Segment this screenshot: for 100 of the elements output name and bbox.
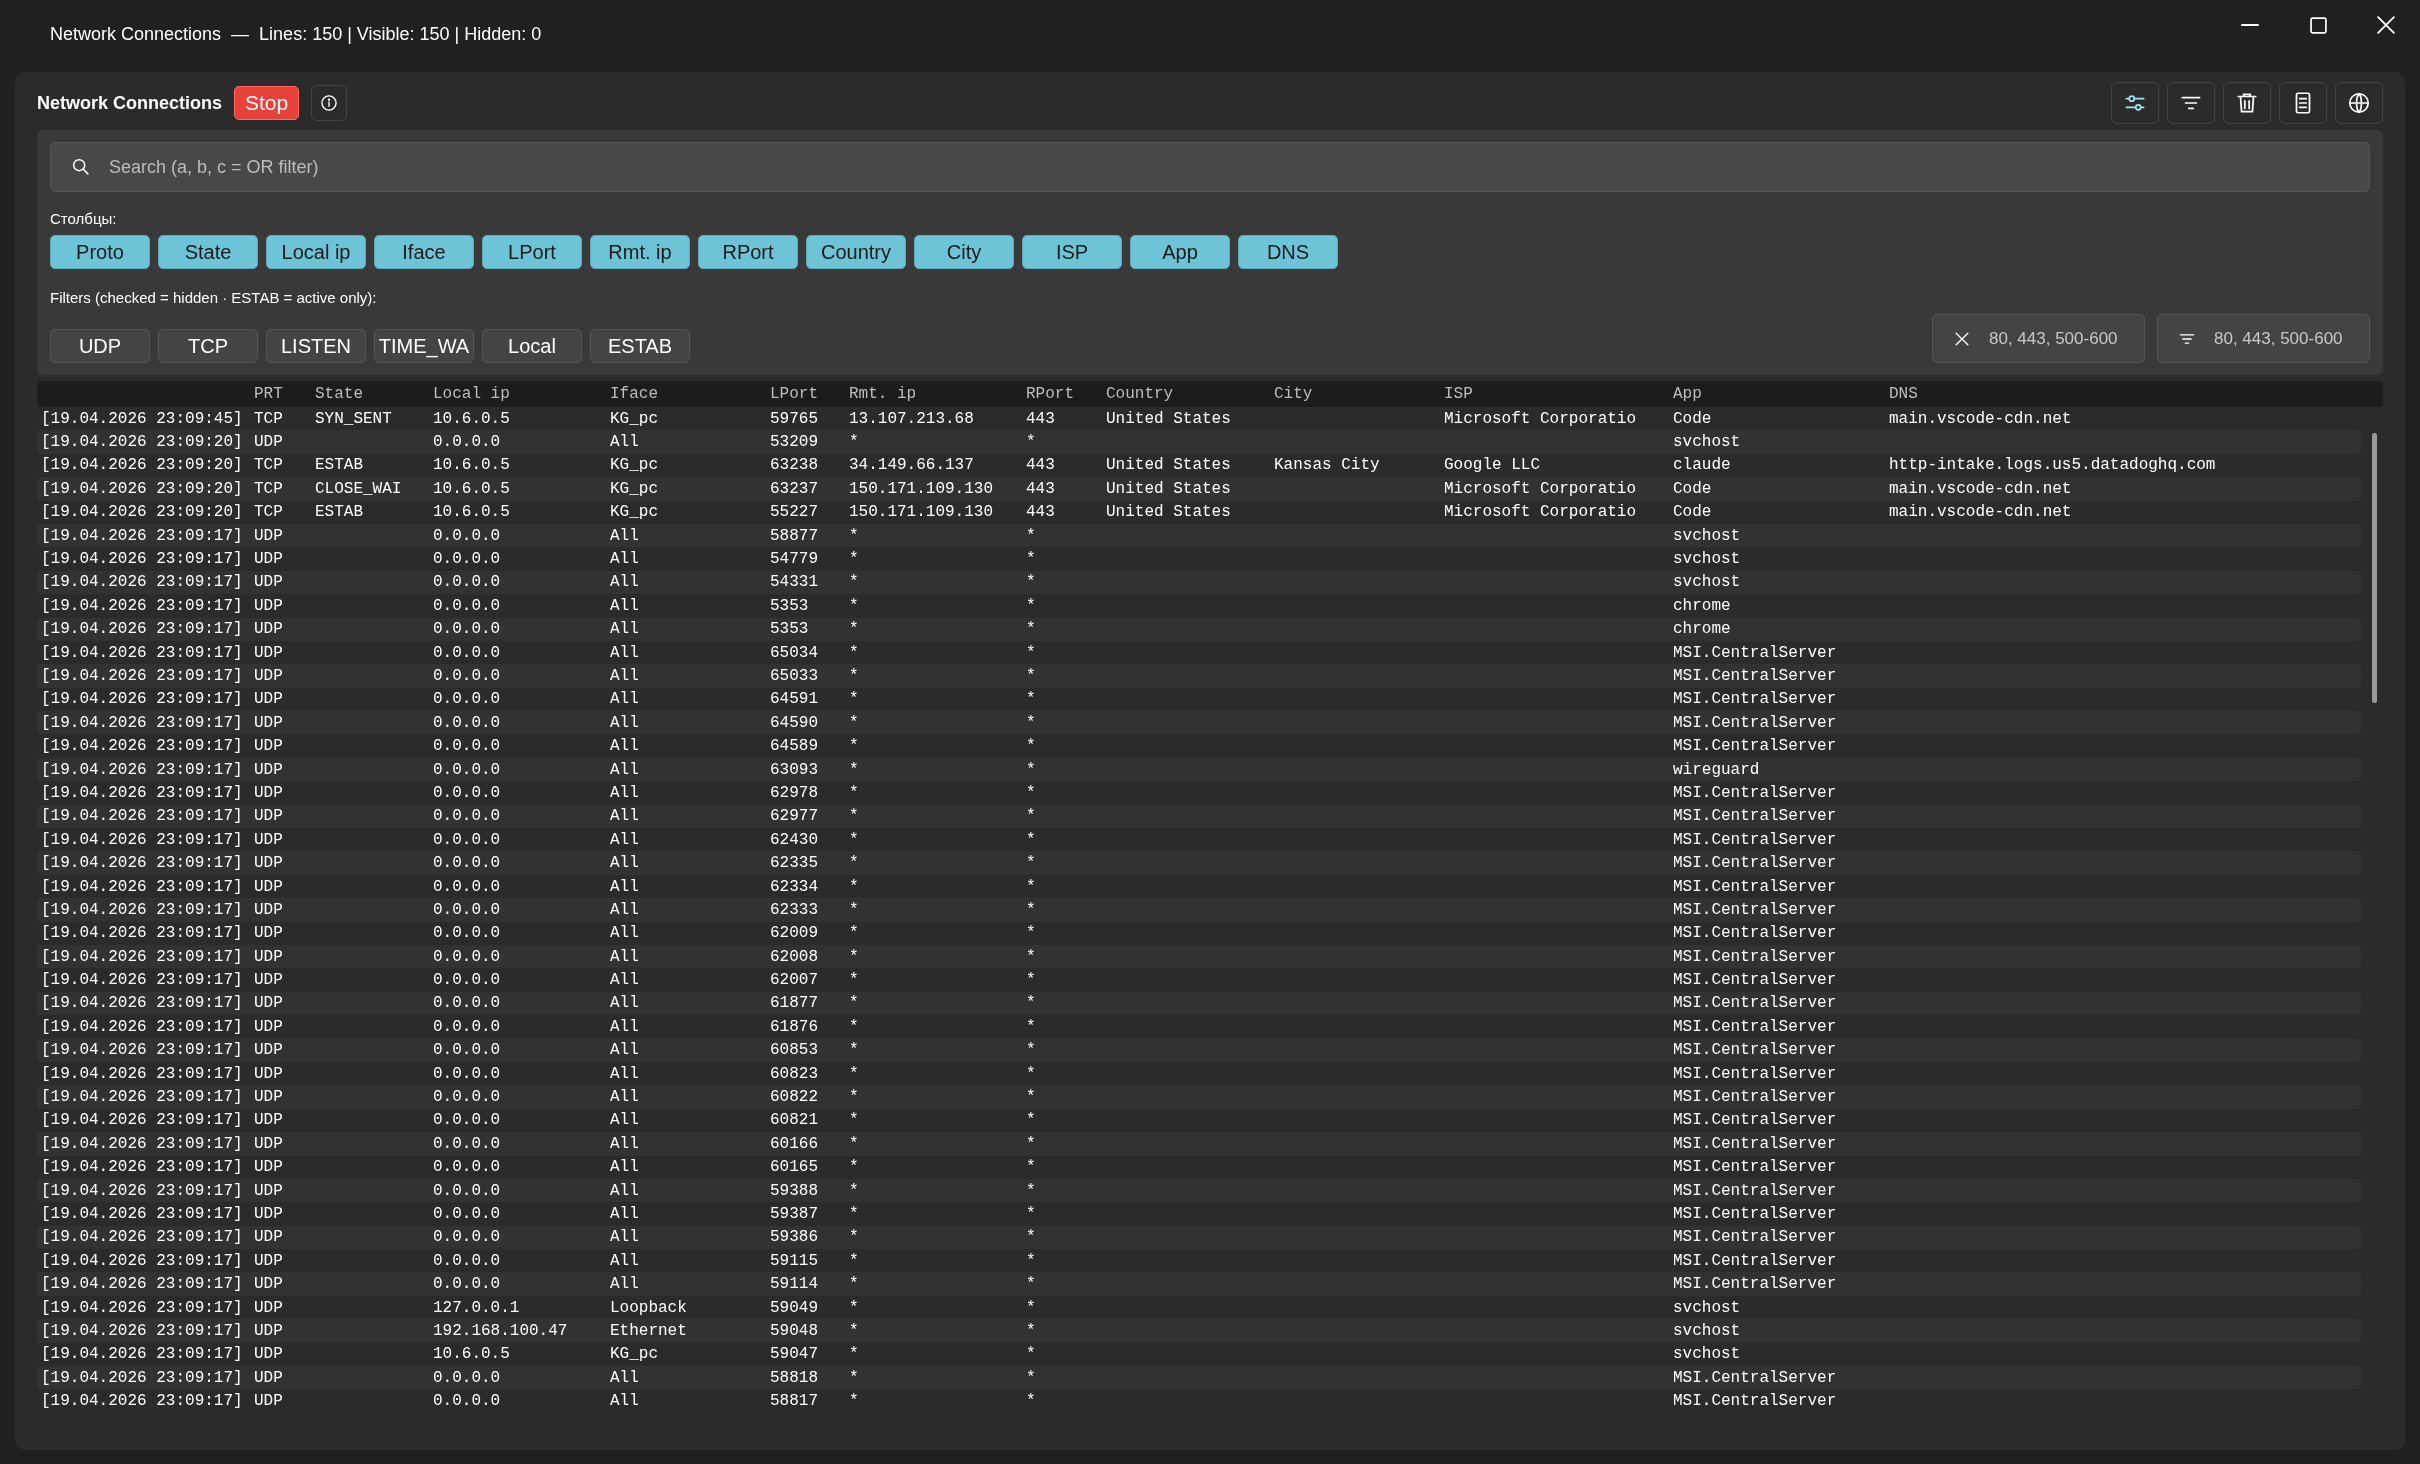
- table-cell-text: MSI.CentralServer: [1673, 1134, 1838, 1153]
- delete-button[interactable]: [2223, 82, 2271, 124]
- filter-toggle[interactable]: LISTEN: [266, 329, 366, 363]
- table-cell-text: chrome: [1673, 620, 1732, 639]
- column-toggle[interactable]: Local ip: [266, 235, 366, 269]
- globe-button[interactable]: [2335, 82, 2383, 124]
- column-toggle[interactable]: DNS: [1238, 235, 1338, 269]
- table-cell-text: 59115: [770, 1251, 819, 1270]
- filter-toggle[interactable]: TCP: [158, 329, 258, 363]
- log-button[interactable]: [2279, 82, 2327, 124]
- table-cell-text: UDP: [254, 1321, 284, 1340]
- table-cell-text: 0.0.0.0: [433, 1134, 502, 1153]
- column-toggle[interactable]: City: [914, 235, 1014, 269]
- search-field[interactable]: Search (a, b, c = OR filter): [50, 142, 2370, 192]
- table-cell-text: [19.04.2026 23:09:17]: [41, 994, 244, 1013]
- filter-toggle[interactable]: UDP: [50, 329, 150, 363]
- table-cell-text: UDP: [254, 713, 284, 732]
- table-cell-text: 150.171.109.130: [849, 503, 995, 522]
- table-cell-text: MSI.CentralServer: [1673, 1204, 1838, 1223]
- table-cell-text: UDP: [254, 1228, 284, 1247]
- table-cell-text: [19.04.2026 23:09:17]: [41, 1088, 244, 1106]
- column-toggle[interactable]: Proto: [50, 235, 150, 269]
- table-cell-text: svchost: [1673, 1345, 1742, 1364]
- column-toggle[interactable]: RPort: [698, 235, 798, 269]
- table-cell-text: [19.04.2026 23:09:17]: [41, 807, 244, 826]
- table-cell-text: 63237: [770, 479, 819, 498]
- column-header[interactable]: LPort: [770, 385, 849, 403]
- filter-button[interactable]: [2167, 82, 2215, 124]
- table-cell-text: UDP: [254, 947, 284, 966]
- column-toggle[interactable]: App: [1130, 235, 1230, 269]
- column-header[interactable]: Rmt. ip: [849, 385, 1026, 403]
- table-cell-text: *: [1026, 854, 1037, 873]
- table-cell-text: [19.04.2026 23:09:17]: [41, 783, 244, 802]
- table-cell-text: 60166: [770, 1134, 819, 1153]
- table-cell-text: *: [849, 1064, 860, 1083]
- table-cell-text: MSI.CentralServer: [1673, 1368, 1838, 1387]
- settings-button[interactable]: [2111, 82, 2159, 124]
- scrollbar-thumb[interactable]: [2372, 433, 2377, 703]
- info-button[interactable]: [311, 85, 348, 121]
- table-cell-text: Loopback: [610, 1298, 688, 1317]
- column-header[interactable]: State: [315, 385, 433, 403]
- column-toggle[interactable]: State: [158, 235, 258, 269]
- table-cell-text: [19.04.2026 23:09:20]: [41, 479, 244, 498]
- table-cell-text: 58818: [770, 1368, 819, 1387]
- table-cell-text: UDP: [254, 807, 284, 826]
- table-cell-text: 60853: [770, 1041, 819, 1060]
- column-header[interactable]: RPort: [1026, 385, 1106, 403]
- table-cell-text: [19.04.2026 23:09:17]: [41, 1017, 244, 1036]
- columns-label: Столбцы:: [50, 210, 118, 227]
- stop-button[interactable]: Stop: [234, 86, 300, 120]
- filter-toggle[interactable]: TIME_WA: [374, 329, 474, 363]
- table-cell-text: 65034: [770, 643, 819, 662]
- column-toggle[interactable]: ISP: [1022, 235, 1122, 269]
- table-cell-text: UDP: [254, 783, 284, 802]
- filter-toggle[interactable]: ESTAB: [590, 329, 690, 363]
- column-toggle[interactable]: Iface: [374, 235, 474, 269]
- column-header[interactable]: ISP: [1444, 385, 1673, 403]
- table-cell-text: All: [610, 877, 640, 896]
- table-cell-text: *: [1026, 1275, 1037, 1294]
- column-toggle[interactable]: Country: [806, 235, 906, 269]
- table-cell-text: *: [849, 830, 860, 849]
- table-cell-text: *: [849, 1298, 860, 1317]
- table-cell-text: Kansas City: [1274, 456, 1381, 475]
- table-cell-text: Code: [1673, 503, 1713, 522]
- table-cell-text: 5353: [770, 620, 810, 639]
- column-header[interactable]: PRT: [254, 385, 315, 403]
- table-cell-text: 0.0.0.0: [433, 854, 502, 873]
- exclude-ports-field[interactable]: 80, 443, 500-600: [1932, 314, 2145, 363]
- column-header[interactable]: Country: [1106, 385, 1274, 403]
- column-header[interactable]: City: [1274, 385, 1444, 403]
- table-cell-text: 59765: [770, 409, 819, 428]
- table-cell-text: MSI.CentralServer: [1673, 807, 1838, 826]
- table-cell-text: [19.04.2026 23:09:17]: [41, 1251, 244, 1270]
- table-cell-text: All: [610, 760, 640, 779]
- table-cell-text: *: [1026, 1251, 1037, 1270]
- column-header[interactable]: Local ip: [433, 385, 610, 403]
- table-cell-text: MSI.CentralServer: [1673, 1181, 1838, 1200]
- table-cell-text: KG_pc: [610, 503, 659, 522]
- table-cell-text: All: [610, 1111, 640, 1130]
- table-cell-text: 0.0.0.0: [433, 573, 502, 592]
- include-ports-field[interactable]: 80, 443, 500-600: [2157, 314, 2370, 363]
- column-toggle[interactable]: LPort: [482, 235, 582, 269]
- column-toggle[interactable]: Rmt. ip: [590, 235, 690, 269]
- column-header[interactable]: Iface: [610, 385, 770, 403]
- filter-toggle[interactable]: Local: [482, 329, 582, 363]
- table-cell-text: *: [849, 854, 860, 873]
- table-cell-text: MSI.CentralServer: [1673, 1392, 1838, 1411]
- table-cell-text: UDP: [254, 1134, 284, 1153]
- maximize-icon: [2309, 16, 2327, 34]
- table-cell-text: All: [610, 1158, 640, 1177]
- column-header[interactable]: DNS: [1889, 385, 2309, 403]
- table-cell-text: *: [1026, 877, 1037, 896]
- table-cell-text: 5353: [770, 596, 810, 615]
- column-header[interactable]: App: [1673, 385, 1889, 403]
- table-cell-text: 13.107.213.68: [849, 409, 975, 428]
- table-cell-text: 0.0.0.0: [433, 433, 502, 452]
- table-cell-text: UDP: [254, 830, 284, 849]
- table-cell-text: Code: [1673, 409, 1713, 428]
- table-cell-text: UDP: [254, 1251, 284, 1270]
- table-cell-text: MSI.CentralServer: [1673, 783, 1838, 802]
